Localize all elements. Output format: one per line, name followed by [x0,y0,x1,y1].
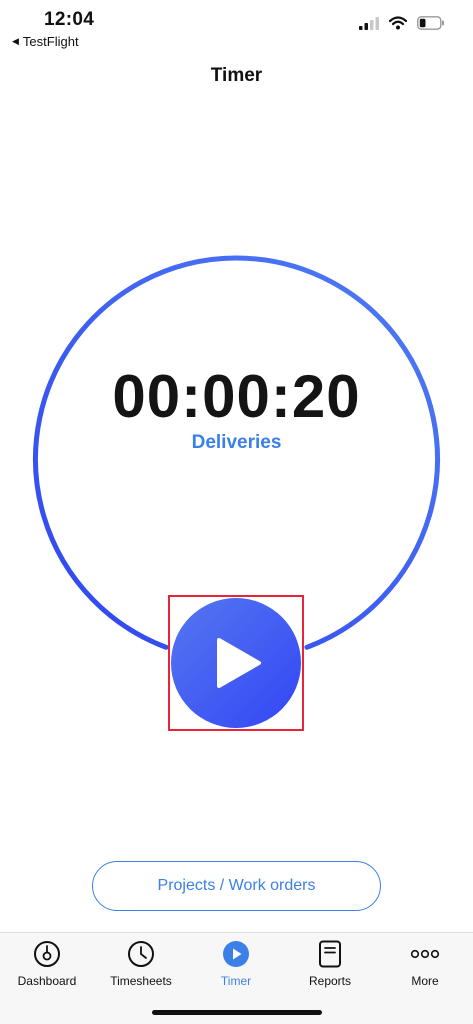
back-to-app-link[interactable]: ◀ TestFlight [12,34,79,49]
projects-work-orders-button[interactable]: Projects / Work orders [92,861,381,911]
home-indicator [152,1010,322,1015]
tab-dashboard[interactable]: Dashboard [2,939,92,988]
battery-icon [417,16,444,30]
page-title: Timer [210,65,263,86]
tab-label: Timer [220,974,252,988]
play-circle-icon [223,941,249,967]
tab-label: Dashboard [17,974,77,988]
status-bar: 12:04 ◀ TestFlight [0,0,473,56]
cellular-signal-icon [359,16,379,30]
tab-timer[interactable]: Timer [191,939,281,988]
play-icon [217,638,261,688]
tab-label: Reports [308,974,352,988]
report-icon [319,940,341,968]
tab-more[interactable]: More [380,939,470,988]
tab-label: Timesheets [110,974,172,988]
clock-icon [128,941,154,967]
tab-reports[interactable]: Reports [285,939,375,988]
back-app-label: TestFlight [22,34,79,49]
status-time: 12:04 [44,9,95,30]
timer-project-label[interactable]: Deliveries [0,432,473,454]
status-icons [359,16,445,30]
more-dots-icon [410,949,440,959]
dashboard-icon [34,941,60,967]
tab-timesheets[interactable]: Timesheets [96,939,186,988]
wifi-icon [389,16,407,30]
back-triangle-icon: ◀ [12,36,19,46]
timer-display: 00:00:20 [112,363,361,430]
play-button[interactable] [171,598,301,728]
tab-label: More [411,974,439,988]
